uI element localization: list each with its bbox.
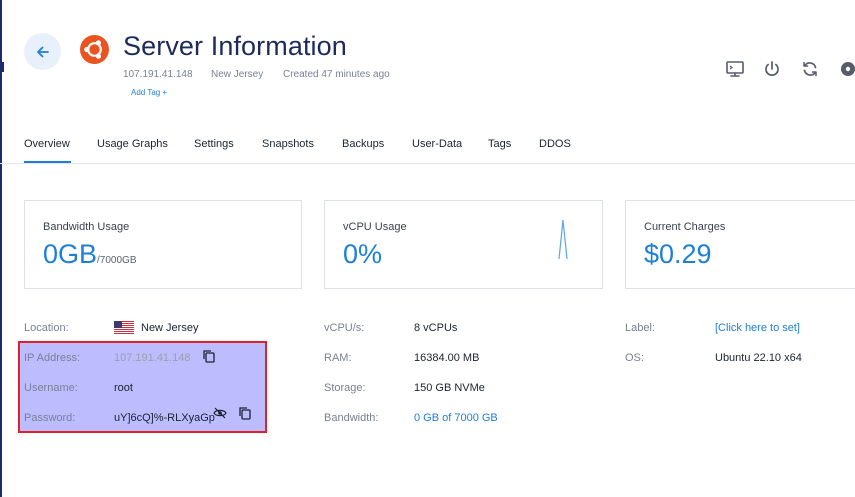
storage-label: Storage: [324,382,366,394]
tab-overview[interactable]: Overview [24,138,70,150]
restart-icon[interactable] [800,59,820,79]
vcpu-value: 8 vCPUs [414,322,458,334]
tab-snapshots[interactable]: Snapshots [262,138,314,150]
vcpu-label: vCPU/s: [324,322,365,334]
bandwidth-usage-limit: /7000GB [97,255,137,266]
username-label: Username: [24,382,78,394]
server-created-time: Created 47 minutes ago [283,69,390,80]
ram-value: 16384.00 MB [414,352,480,364]
bandwidth-usage-label: Bandwidth Usage [43,221,130,233]
location-value: New Jersey [141,322,199,334]
storage-value: 150 GB NVMe [414,382,485,394]
copy-ip-icon[interactable] [202,349,216,363]
ip-address-label: IP Address: [24,352,81,364]
page-title: Server Information [123,31,347,61]
us-flag-icon [114,321,134,334]
os-label: OS: [625,352,644,364]
bandwidth-value-link[interactable]: 0 GB of 7000 GB [414,412,498,424]
window-left-edge [0,0,2,497]
vcpu-usage-card: vCPU Usage 0% [324,200,603,289]
os-icon[interactable] [838,59,855,79]
current-charges-card: Current Charges $0.29 [625,200,855,289]
location-label: Location: [24,322,69,334]
password-value: uY]6cQ]%-RLXyaGp [114,412,215,424]
tab-bar: Overview Usage Graphs Settings Snapshots… [0,138,855,164]
arrow-left-icon [36,46,49,57]
tab-backups[interactable]: Backups [342,138,384,150]
set-label-link[interactable]: [Click here to set] [715,322,800,334]
bandwidth-label: Bandwidth: [324,412,379,424]
back-button[interactable] [24,33,61,70]
window-left-edge-notch [0,62,4,72]
password-label: Password: [24,412,76,424]
tab-settings[interactable]: Settings [194,138,234,150]
console-icon[interactable] [725,59,745,79]
vcpu-sparkline [558,219,568,260]
bandwidth-usage-card: Bandwidth Usage 0GB/7000GB [24,200,302,289]
toggle-password-visibility-icon[interactable] [213,406,227,420]
server-label-label: Label: [625,322,655,334]
active-tab-indicator [24,161,71,163]
current-charges-label: Current Charges [644,221,726,233]
tab-usage-graphs[interactable]: Usage Graphs [97,138,168,150]
tab-user-data[interactable]: User-Data [412,138,462,150]
bandwidth-usage-value: 0GB/7000GB [43,239,137,270]
ubuntu-logo-icon [80,35,109,64]
power-icon[interactable] [762,59,782,79]
ram-label: RAM: [324,352,352,364]
tab-ddos[interactable]: DDOS [539,138,571,150]
os-value: Ubuntu 22.10 x64 [715,352,802,364]
copy-password-icon[interactable] [238,406,252,420]
vcpu-usage-label: vCPU Usage [343,221,407,233]
vcpu-usage-value: 0% [343,239,383,269]
ip-address-value: 107.191.41.148 [114,352,191,364]
username-value: root [114,382,133,394]
server-ip: 107.191.41.148 [123,69,193,80]
bandwidth-usage-amount: 0GB [43,239,98,269]
current-charges-value: $0.29 [644,239,712,269]
server-location: New Jersey [211,69,264,80]
add-tag-link[interactable]: Add Tag + [131,88,167,97]
tab-tags[interactable]: Tags [488,138,511,150]
